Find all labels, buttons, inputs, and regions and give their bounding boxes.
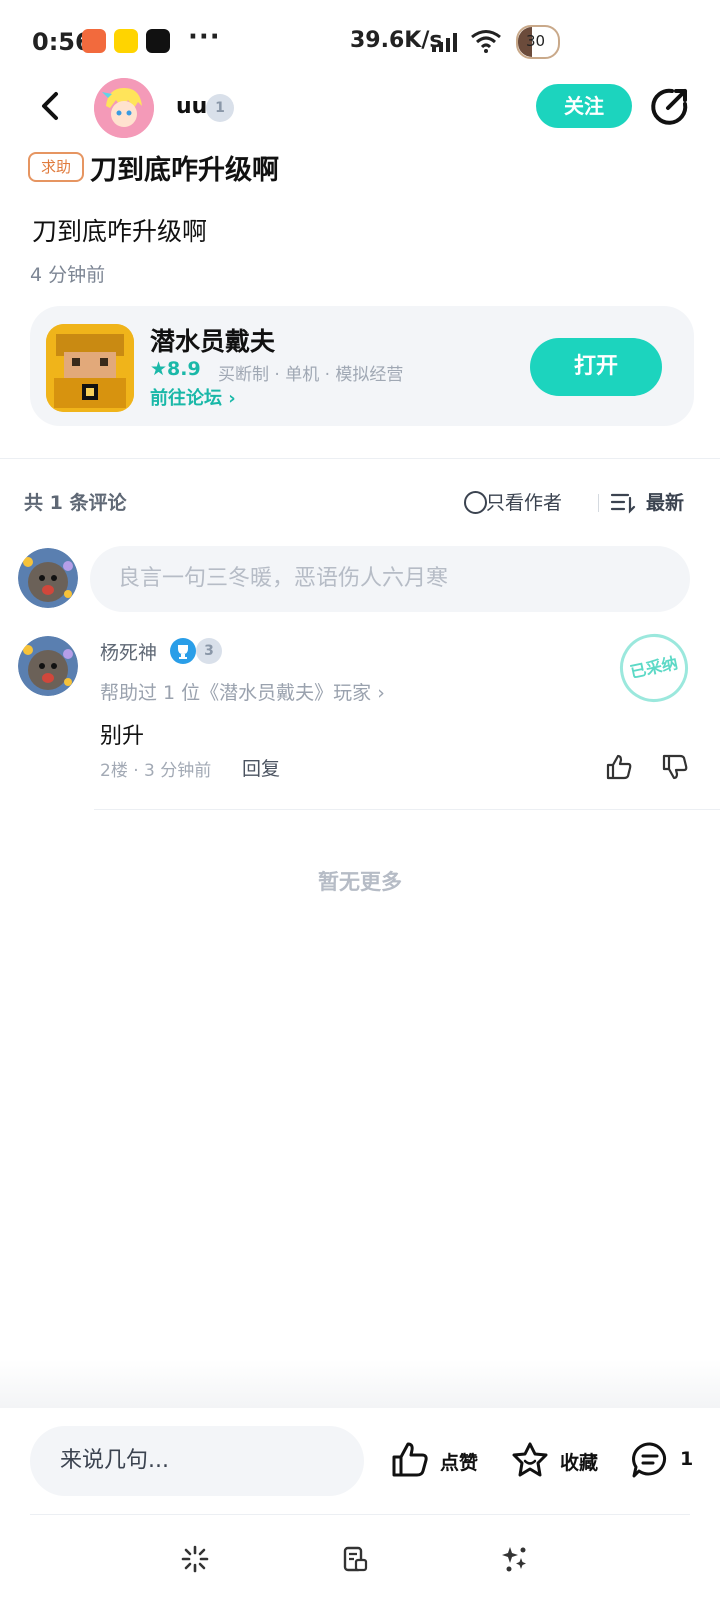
tiktok-app-icon <box>146 29 170 53</box>
game-name[interactable]: 潜水员戴夫 <box>150 322 275 358</box>
sparkle-burst-icon[interactable] <box>180 1544 210 1574</box>
post-time: 4 分钟前 <box>30 264 106 286</box>
comment-dislike-icon[interactable] <box>660 752 690 782</box>
forum-link[interactable]: 前往论坛 › <box>150 384 236 410</box>
reply-button[interactable]: 回复 <box>242 754 280 781</box>
author-name[interactable]: uu <box>176 94 207 119</box>
no-more-text: 暂无更多 <box>318 870 402 894</box>
like-label[interactable]: 点赞 <box>440 1448 478 1475</box>
helped-players-link[interactable]: 帮助过 1 位《潜水员戴夫》玩家 › <box>100 678 385 705</box>
author-only-label[interactable]: 只看作者 <box>486 488 562 515</box>
follow-button[interactable]: 关注 <box>536 84 632 128</box>
comment-text: 别升 <box>100 724 145 749</box>
commenter-name[interactable]: 杨死神 <box>100 638 157 665</box>
meituan-app-icon <box>114 29 138 53</box>
bottom-shadow <box>0 1360 720 1408</box>
say-something-input[interactable]: 来说几句... <box>30 1426 364 1496</box>
comment-divider <box>94 809 720 810</box>
section-divider <box>0 458 720 459</box>
open-game-button[interactable]: 打开 <box>530 338 662 396</box>
post-title: 刀到底咋升级啊 <box>90 155 279 186</box>
help-tag: 求助 <box>28 152 84 182</box>
status-bar: 0:56 ··· 39.6K/s 30 <box>0 0 720 84</box>
game-meta: 买断制 · 单机 · 模拟经营 <box>218 365 404 385</box>
share-icon[interactable] <box>650 86 690 126</box>
back-arrow-icon[interactable] <box>32 86 72 126</box>
favorite-label[interactable]: 收藏 <box>560 1448 598 1475</box>
comment-like-icon[interactable] <box>604 752 634 782</box>
author-level-badge: 1 <box>206 94 234 122</box>
chevron-right-icon: › <box>377 682 385 704</box>
wifi-icon <box>471 30 501 53</box>
signal-icon <box>432 33 457 52</box>
more-notifications-icon: ··· <box>188 22 221 52</box>
trophy-badge-icon <box>170 638 196 664</box>
sparkles-icon[interactable] <box>500 1544 530 1574</box>
comment-input[interactable]: 良言一句三冬暖，恶语伤人六月寒 <box>90 546 690 612</box>
commenter-level-badge: 3 <box>196 638 222 664</box>
notification-app-icon <box>82 29 106 53</box>
accepted-stamp: 已采纳 <box>613 627 695 709</box>
sort-icon[interactable] <box>610 492 636 514</box>
divider <box>598 494 599 512</box>
like-icon[interactable] <box>390 1440 430 1480</box>
post-body: 刀到底咋升级啊 <box>32 217 208 246</box>
my-avatar <box>18 548 78 608</box>
comment-meta: 2楼 · 3 分钟前 <box>100 761 212 781</box>
comment-count: 共 1 条评论 <box>24 492 127 514</box>
favorite-star-icon[interactable] <box>510 1440 550 1480</box>
game-icon[interactable] <box>46 324 134 412</box>
author-only-radio[interactable] <box>464 491 487 514</box>
sort-latest[interactable]: 最新 <box>646 488 684 515</box>
comment-count-label[interactable]: 1 <box>680 1448 693 1470</box>
chevron-right-icon: › <box>228 388 236 409</box>
network-speed: 39.6K/s <box>350 28 443 53</box>
author-avatar[interactable] <box>94 78 154 138</box>
bottom-divider <box>30 1514 690 1515</box>
game-pad-icon[interactable] <box>340 1544 370 1574</box>
comment-bubble-icon[interactable] <box>630 1440 670 1480</box>
battery-icon: 30 <box>516 25 560 59</box>
game-rating: ★8.9 <box>150 358 201 380</box>
commenter-avatar[interactable] <box>18 636 78 696</box>
